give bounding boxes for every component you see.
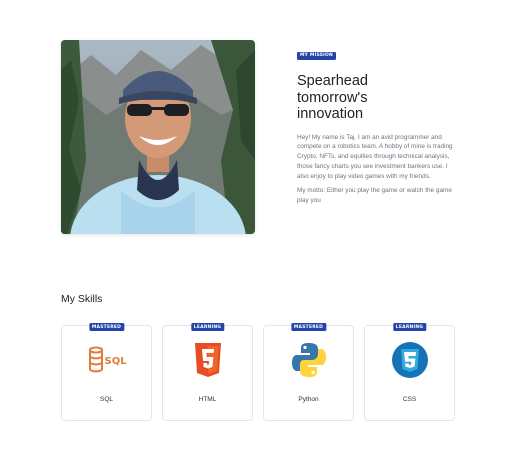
skill-status-badge: LEARNING bbox=[392, 323, 427, 331]
html5-icon bbox=[188, 340, 228, 380]
mission-badge: MY MISSION bbox=[297, 51, 337, 60]
sql-icon: SQL bbox=[87, 340, 127, 380]
skill-name: CSS bbox=[402, 396, 417, 403]
skill-status-badge: LEARNING bbox=[190, 323, 225, 331]
about-section: MY MISSION Spearhead tomorrow's innovati… bbox=[297, 43, 457, 206]
skill-card-html: LEARNING HTML bbox=[162, 323, 253, 421]
skill-name: SQL bbox=[99, 396, 113, 403]
css3-icon bbox=[390, 340, 430, 380]
skill-name: Python bbox=[298, 396, 319, 403]
skill-status-badge: MASTERED bbox=[290, 323, 327, 331]
skill-card-python: MASTERED Python bbox=[263, 323, 354, 421]
skills-title: My Skills bbox=[61, 293, 103, 305]
svg-text:SQL: SQL bbox=[104, 356, 127, 367]
skill-status-badge: MASTERED bbox=[88, 323, 125, 331]
python-icon bbox=[289, 340, 329, 380]
motto-paragraph: My motto: Either you play the game or wa… bbox=[297, 187, 452, 205]
skill-name: HTML bbox=[198, 396, 217, 403]
about-paragraph: Hey! My name is Taj. I am an avid progra… bbox=[297, 133, 453, 180]
skill-card-css: LEARNING CSS bbox=[364, 323, 455, 421]
profile-photo bbox=[61, 40, 255, 234]
mission-headline: Spearhead tomorrow's innovation bbox=[297, 73, 368, 122]
skill-card-sql: MASTERED SQL SQL bbox=[61, 323, 152, 421]
